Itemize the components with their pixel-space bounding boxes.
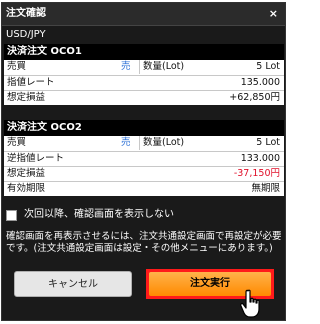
oco1-side-value: 売 [121, 61, 131, 72]
oco2-qty-label: 数量(Lot) [143, 137, 185, 148]
dialog-title: 注文確認 [6, 8, 46, 19]
oco1-row-pnl: 想定損益 +62,850円 [4, 90, 284, 105]
oco2-row-expiry: 有効期限 無期限 [4, 181, 284, 196]
oco2-stop-value: 133.000 [240, 153, 280, 164]
close-icon[interactable]: × [269, 3, 278, 25]
oco2-stop-label: 逆指値レート [7, 153, 65, 164]
oco1-qty-label: 数量(Lot) [143, 61, 185, 72]
oco2-pnl-value: -37,150円 [233, 168, 280, 179]
order-confirm-dialog: 注文確認 × USD/JPY 決済注文 OCO1 売買 売 数量(Lot) 5 … [1, 2, 286, 321]
oco1-pnl-value: +62,850円 [229, 92, 280, 103]
oco2-section: 決済注文 OCO2 売買 売 数量(Lot) 5 Lot 逆指値レート 133.… [4, 120, 284, 196]
cancel-button[interactable]: キャンセル [14, 271, 132, 297]
currency-pair: USD/JPY [6, 29, 46, 40]
oco2-header: 決済注文 OCO2 [4, 120, 284, 136]
oco2-qty-value: 5 Lot [256, 137, 280, 148]
divider [139, 136, 140, 150]
oco1-section: 決済注文 OCO1 売買 売 数量(Lot) 5 Lot 指値レート 135.0… [4, 44, 284, 105]
divider [139, 60, 140, 74]
dialog-titlebar: 注文確認 × [2, 3, 285, 26]
oco2-row-pnl: 想定損益 -37,150円 [4, 166, 284, 181]
oco1-limit-label: 指値レート [7, 77, 55, 88]
oco1-limit-value: 135.000 [240, 77, 280, 88]
oco2-side-label: 売買 [7, 137, 27, 148]
reshow-note: 確認画面を再表示させるには、注文共通設定画面で再設定が必要です。(注文共通設定画… [6, 231, 282, 254]
oco1-pnl-label: 想定損益 [7, 92, 46, 103]
oco2-row-stop: 逆指値レート 133.000 [4, 151, 284, 166]
oco1-side-label: 売買 [7, 61, 27, 72]
oco1-qty-value: 5 Lot [256, 61, 280, 72]
dont-show-checkbox[interactable] [6, 210, 17, 221]
oco2-pnl-label: 想定損益 [7, 168, 46, 179]
dont-show-label[interactable]: 次回以降、確認画面を表示しない [24, 208, 174, 222]
oco2-expiry-value: 無期限 [251, 183, 280, 194]
oco2-side-value: 売 [121, 137, 131, 148]
oco1-row-side: 売買 売 数量(Lot) 5 Lot [4, 60, 284, 75]
oco2-row-side: 売買 売 数量(Lot) 5 Lot [4, 136, 284, 151]
oco2-expiry-label: 有効期限 [7, 183, 46, 194]
oco1-header: 決済注文 OCO1 [4, 44, 284, 60]
hand-pointer-icon [240, 289, 260, 318]
oco1-row-limit: 指値レート 135.000 [4, 75, 284, 90]
